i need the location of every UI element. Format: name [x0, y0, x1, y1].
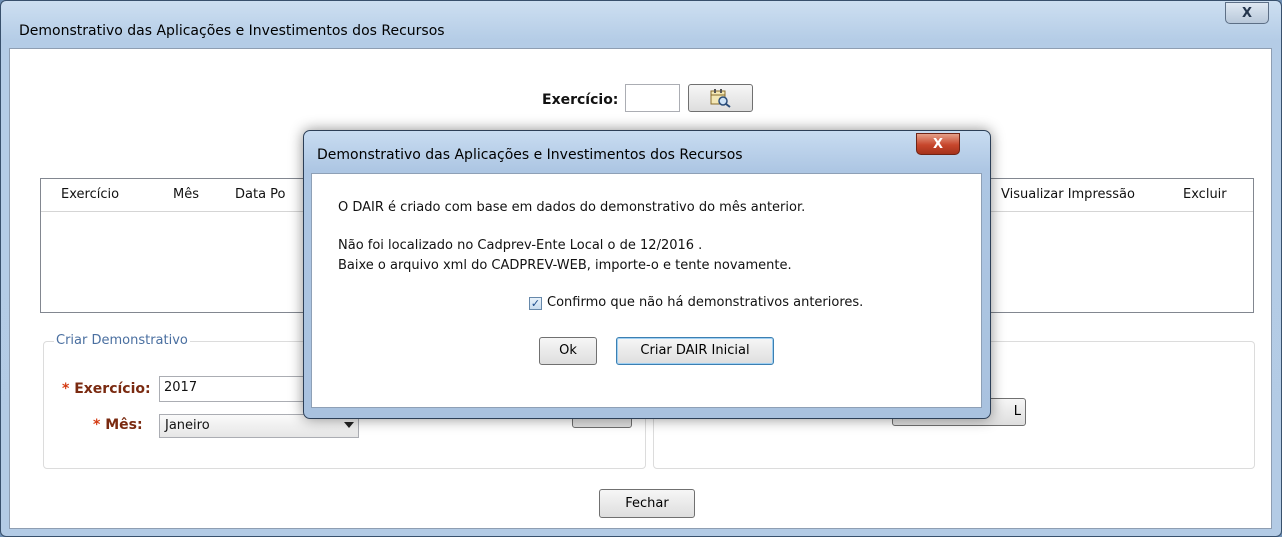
dialog-message-line1: O DAIR é criado com base em dados do dem…	[338, 200, 806, 215]
chevron-down-icon	[344, 422, 354, 428]
filter-exercicio-input[interactable]	[625, 84, 680, 112]
dialog-message-line3: Baixe o arquivo xml do CADPREV-WEB, impo…	[338, 258, 792, 273]
window-close-button[interactable]: X	[1225, 2, 1269, 24]
criar-mes-label-text: Mês:	[105, 417, 143, 433]
confirm-checkbox-label[interactable]: Confirmo que não há demonstrativos anter…	[547, 295, 863, 310]
criar-mes-label: * Mês:	[93, 417, 143, 433]
dialog-title: Demonstrativo das Aplicações e Investime…	[317, 147, 743, 163]
criar-exercicio-label-text: Exercício:	[74, 381, 151, 397]
ok-button[interactable]: Ok	[539, 337, 597, 365]
filter-exercicio-label: Exercício:	[542, 92, 619, 108]
criar-mes-value: Janeiro	[165, 418, 210, 433]
column-header-data: Data Po	[235, 187, 286, 202]
confirm-dialog: Demonstrativo das Aplicações e Investime…	[303, 130, 991, 419]
dialog-close-button[interactable]: X	[916, 133, 960, 155]
required-mark: *	[93, 417, 101, 433]
confirm-checkbox[interactable]: ✓	[529, 297, 542, 310]
dialog-content: O DAIR é criado com base em dados do dem…	[311, 173, 982, 408]
criar-demonstrativo-legend: Criar Demonstrativo	[54, 333, 190, 348]
filter-search-button[interactable]	[688, 84, 753, 112]
required-mark: *	[62, 381, 70, 397]
dialog-message-line2: Não foi localizado no Cadprev-Ente Local…	[338, 238, 703, 253]
window-title: Demonstrativo das Aplicações e Investime…	[19, 23, 445, 39]
import-button-label: L	[1013, 404, 1021, 419]
search-calendar-icon	[710, 89, 731, 108]
criar-exercicio-label: * Exercício:	[62, 381, 151, 397]
criar-dair-inicial-button[interactable]: Criar DAIR Inicial	[616, 337, 774, 365]
column-header-visualizar: Visualizar Impressão	[1001, 187, 1135, 202]
column-header-excluir: Excluir	[1183, 187, 1227, 202]
column-header-mes: Mês	[173, 187, 199, 202]
fechar-button[interactable]: Fechar	[599, 489, 695, 518]
column-header-exercicio: Exercício	[61, 187, 120, 202]
